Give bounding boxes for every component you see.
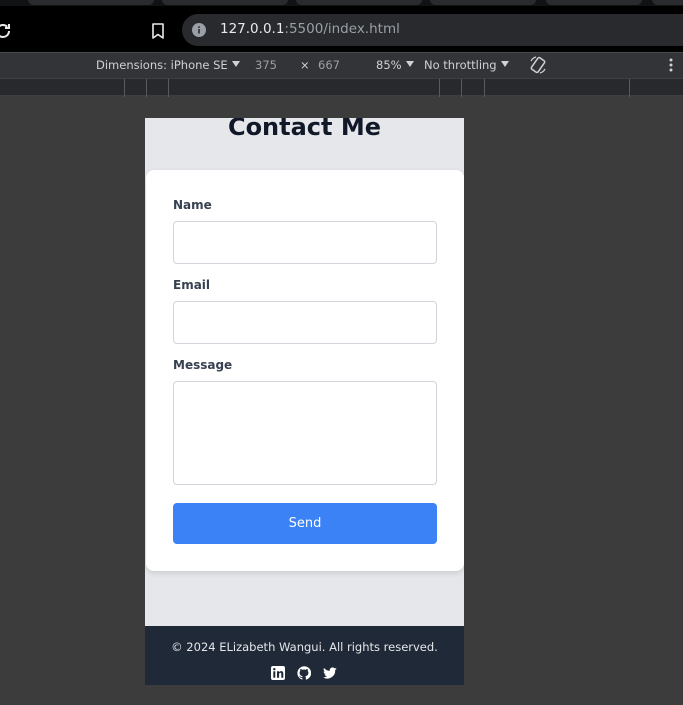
ruler-divider xyxy=(124,79,125,97)
email-label: Email xyxy=(173,278,211,292)
url-text[interactable]: 127.0.0.1:5500/index.html xyxy=(220,21,400,37)
reload-icon[interactable] xyxy=(0,22,12,40)
site-info-icon[interactable] xyxy=(192,23,206,37)
contact-form: Name Email Message Send xyxy=(146,170,464,571)
throttling-label: No throttling xyxy=(424,58,497,72)
more-options-icon[interactable] xyxy=(669,57,673,73)
device-dimensions-dropdown[interactable]: Dimensions: iPhone SE xyxy=(96,58,240,72)
email-input[interactable] xyxy=(173,301,437,344)
browser-tab[interactable] xyxy=(430,0,536,5)
name-label: Name xyxy=(173,198,212,212)
browser-tab[interactable] xyxy=(28,0,154,5)
browser-tab[interactable] xyxy=(546,0,642,5)
device-dimensions-label: Dimensions: iPhone SE xyxy=(96,58,228,72)
message-label: Message xyxy=(173,358,233,372)
ruler-divider xyxy=(461,79,462,97)
url-host: 127.0.0.1 xyxy=(220,21,285,37)
zoom-label: 85% xyxy=(376,58,402,72)
address-bar[interactable]: 127.0.0.1:5500/index.html xyxy=(182,14,683,46)
ruler-divider xyxy=(146,79,147,97)
linkedin-icon[interactable] xyxy=(271,666,285,680)
name-input[interactable] xyxy=(173,221,437,264)
send-button[interactable]: Send xyxy=(173,503,437,544)
media-query-ruler[interactable] xyxy=(0,78,683,97)
browser-tab[interactable] xyxy=(162,0,288,5)
chevron-down-icon xyxy=(405,61,414,67)
viewport-height-input[interactable]: 667 xyxy=(318,58,340,72)
device-toolbar: Dimensions: iPhone SE 375 × 667 85% No t… xyxy=(0,52,683,78)
ruler-divider xyxy=(629,79,630,97)
ruler-divider xyxy=(168,79,169,97)
browser-tab[interactable] xyxy=(652,0,683,5)
viewport-width-input[interactable]: 375 xyxy=(255,58,277,72)
zoom-dropdown[interactable]: 85% xyxy=(376,58,414,72)
message-textarea[interactable] xyxy=(173,381,437,485)
browser-toolbar: 127.0.0.1:5500/index.html xyxy=(0,6,683,52)
footer: © 2024 ELizabeth Wangui. All rights rese… xyxy=(145,626,464,685)
twitter-icon[interactable] xyxy=(323,666,337,680)
url-path: :5500/index.html xyxy=(284,21,400,37)
github-icon[interactable] xyxy=(297,666,311,680)
chevron-down-icon xyxy=(231,61,240,67)
chevron-down-icon xyxy=(500,61,509,67)
copyright-text: © 2024 ELizabeth Wangui. All rights rese… xyxy=(171,640,438,654)
ruler-divider xyxy=(484,79,485,97)
page-title: Contact Me xyxy=(227,118,382,141)
browser-tab[interactable] xyxy=(296,0,422,5)
throttling-dropdown[interactable]: No throttling xyxy=(424,58,509,72)
device-viewport: Contact Me Name Email Message Send © 202… xyxy=(145,118,464,685)
rotate-icon[interactable] xyxy=(528,55,548,75)
ruler-divider xyxy=(439,79,440,97)
dimension-separator: × xyxy=(300,58,310,72)
bookmark-icon[interactable] xyxy=(150,22,166,40)
